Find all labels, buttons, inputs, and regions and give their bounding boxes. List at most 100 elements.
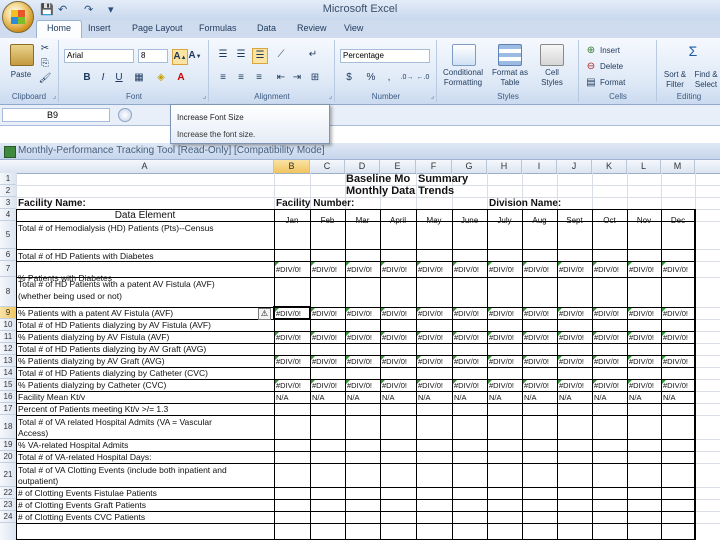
div0-value[interactable]: #DIV/0! — [629, 356, 654, 367]
div0-value[interactable]: #DIV/0! — [276, 356, 301, 367]
month-header-oct[interactable]: Oct — [594, 215, 625, 226]
month-header-june[interactable]: June — [454, 215, 485, 226]
data-element-label[interactable]: % Patients dialyzing by AV Fistula (AVF) — [18, 332, 274, 343]
div0-value[interactable]: #DIV/0! — [347, 308, 372, 319]
row-header-4[interactable]: 4 — [0, 209, 16, 221]
row-header-14[interactable]: 14 — [0, 367, 16, 379]
align-left-icon[interactable]: ≡ — [216, 71, 230, 85]
row-header-6[interactable]: 6 — [0, 249, 16, 261]
na-value[interactable]: N/A — [418, 392, 431, 403]
tab-view[interactable]: View — [344, 23, 363, 33]
align-middle-icon[interactable]: ☰ — [234, 48, 248, 62]
data-element-label[interactable]: Facility Mean Kt/v — [18, 392, 274, 403]
data-element-label[interactable]: Access) — [18, 428, 274, 439]
column-header-k[interactable]: K — [592, 160, 627, 173]
data-element-label[interactable]: (whether being used or not) — [18, 291, 274, 302]
div0-value[interactable]: #DIV/0! — [489, 332, 514, 343]
data-element-label[interactable]: % Patients dialyzing by AV Graft (AVG) — [18, 356, 274, 367]
tab-home[interactable]: Home — [36, 20, 83, 38]
div0-value[interactable]: #DIV/0! — [454, 332, 479, 343]
increase-indent-icon[interactable]: ⇥ — [290, 71, 304, 85]
data-element-label[interactable]: # of Clotting Events CVC Patients — [18, 512, 274, 523]
column-header-a[interactable]: A — [16, 160, 274, 173]
div0-value[interactable]: #DIV/0! — [489, 308, 514, 319]
row-header-20[interactable]: 20 — [0, 451, 16, 463]
alignment-launcher-icon[interactable]: ⌟ — [329, 92, 332, 100]
underline-button[interactable]: U — [112, 71, 126, 85]
format-painter-icon[interactable]: 🖌 — [38, 72, 52, 86]
div0-value[interactable]: #DIV/0! — [454, 264, 479, 275]
column-header-f[interactable]: F — [416, 160, 452, 173]
month-header-april[interactable]: April — [382, 215, 414, 226]
div0-value[interactable]: #DIV/0! — [347, 332, 372, 343]
merge-center-icon[interactable]: ⊞ — [308, 71, 322, 85]
div0-value[interactable]: #DIV/0! — [454, 380, 479, 391]
font-color-icon[interactable]: A — [174, 71, 188, 85]
div0-value[interactable]: #DIV/0! — [347, 356, 372, 367]
cut-icon[interactable]: ✂ — [38, 42, 52, 56]
wrap-text-icon[interactable]: ↵ — [306, 48, 320, 62]
div0-value[interactable]: #DIV/0! — [418, 356, 443, 367]
na-value[interactable]: N/A — [663, 392, 676, 403]
na-value[interactable]: N/A — [594, 392, 607, 403]
column-header-j[interactable]: J — [557, 160, 592, 173]
div0-value[interactable]: #DIV/0! — [524, 356, 549, 367]
div0-value[interactable]: #DIV/0! — [312, 380, 337, 391]
tab-data[interactable]: Data — [257, 23, 276, 33]
month-header-july[interactable]: July — [489, 215, 520, 226]
row-header-23[interactable]: 23 — [0, 499, 16, 511]
row-header-12[interactable]: 12 — [0, 343, 16, 355]
month-header-feb[interactable]: Feb — [312, 215, 343, 226]
div0-value[interactable]: #DIV/0! — [382, 332, 407, 343]
div0-value[interactable]: #DIV/0! — [312, 356, 337, 367]
row-header-24[interactable]: 24 — [0, 511, 16, 523]
decrease-font-size-button[interactable]: A▼ — [188, 49, 202, 63]
div0-value[interactable]: #DIV/0! — [418, 332, 443, 343]
borders-icon[interactable]: ▦ — [132, 71, 146, 85]
div0-value[interactable]: #DIV/0! — [489, 264, 514, 275]
cell-styles-button[interactable]: Cell Styles — [534, 68, 570, 88]
data-element-label[interactable]: # of Clotting Events Fistulae Patients — [18, 488, 274, 499]
na-value[interactable]: N/A — [524, 392, 537, 403]
na-value[interactable]: N/A — [276, 392, 289, 403]
row-header-1[interactable]: 1 — [0, 173, 16, 185]
column-header-m[interactable]: M — [661, 160, 695, 173]
div0-value[interactable]: #DIV/0! — [629, 264, 654, 275]
format-cells-button[interactable]: Format — [600, 78, 625, 87]
div0-value[interactable]: #DIV/0! — [489, 380, 514, 391]
column-header-c[interactable]: C — [310, 160, 345, 173]
na-value[interactable]: N/A — [629, 392, 642, 403]
conditional-formatting-button[interactable]: Conditional Formatting — [440, 68, 486, 88]
month-header-sept[interactable]: Sept — [559, 215, 590, 226]
div0-value[interactable]: #DIV/0! — [418, 380, 443, 391]
div0-value[interactable]: #DIV/0! — [663, 332, 688, 343]
data-element-label[interactable]: Total # of HD Patients with Diabetes — [18, 251, 274, 262]
tab-insert[interactable]: Insert — [88, 23, 111, 33]
tab-review[interactable]: Review — [297, 23, 327, 33]
div0-value[interactable]: #DIV/0! — [276, 332, 301, 343]
sort-filter-button[interactable]: Sort & Filter — [660, 70, 690, 90]
column-header-g[interactable]: G — [452, 160, 487, 173]
data-element-label[interactable]: Total # of Hemodialysis (HD) Patients (P… — [18, 223, 274, 234]
font-size-box[interactable]: 8 — [138, 49, 168, 63]
div0-value[interactable]: #DIV/0! — [594, 380, 619, 391]
div0-value[interactable]: #DIV/0! — [418, 264, 443, 275]
column-header-i[interactable]: I — [522, 160, 557, 173]
align-bottom-icon[interactable]: ☰ — [252, 48, 268, 64]
data-element-header[interactable]: Data Element — [18, 210, 272, 221]
align-top-icon[interactable]: ☰ — [216, 48, 230, 62]
div0-value[interactable]: #DIV/0! — [347, 264, 372, 275]
div0-value[interactable]: #DIV/0! — [454, 308, 479, 319]
div0-value[interactable]: #DIV/0! — [489, 356, 514, 367]
sheet-title-trends[interactable]: Monthly Data Trends — [346, 186, 454, 197]
copy-icon[interactable]: ⎘ — [38, 57, 52, 71]
fill-color-icon[interactable]: ◈ — [154, 71, 168, 85]
formula-bar-handle-icon[interactable] — [118, 108, 132, 122]
div0-value[interactable]: #DIV/0! — [663, 264, 688, 275]
div0-value[interactable]: #DIV/0! — [524, 308, 549, 319]
percent-button[interactable]: % — [364, 71, 378, 85]
autosum-icon[interactable]: Σ — [686, 44, 700, 58]
data-element-label[interactable]: Total # of HD Patients with a patent AV … — [18, 279, 274, 290]
row-header-8[interactable]: 8 — [0, 277, 16, 307]
italic-button[interactable]: I — [96, 71, 110, 85]
